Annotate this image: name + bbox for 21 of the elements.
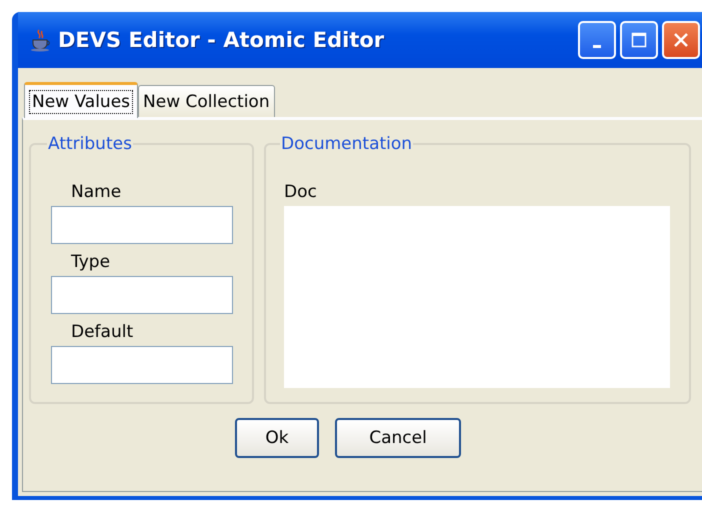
- minimize-button[interactable]: [578, 21, 616, 59]
- dialog-button[interactable]: Cancel: [335, 418, 461, 458]
- coffee-cup-icon: [30, 28, 52, 52]
- tab[interactable]: New Collection: [138, 85, 275, 117]
- close-icon: [673, 32, 689, 48]
- dialog-button[interactable]: Ok: [235, 418, 319, 458]
- close-button[interactable]: [662, 21, 700, 59]
- group-title: Attributes: [47, 134, 133, 154]
- field-label: Type: [71, 252, 112, 274]
- maximize-button[interactable]: [620, 21, 658, 59]
- minimize-icon: [593, 44, 601, 48]
- field-label: Name: [71, 182, 122, 204]
- input-field[interactable]: [51, 276, 233, 314]
- input-field[interactable]: [51, 346, 233, 384]
- window-title: DEVS Editor - Atomic Editor: [58, 28, 384, 52]
- field-label: Doc: [284, 182, 318, 204]
- input-field[interactable]: [51, 206, 233, 244]
- tab[interactable]: New Values: [24, 82, 138, 118]
- field-label: Default: [71, 322, 134, 344]
- group-title: Documentation: [280, 134, 414, 154]
- maximize-icon: [631, 32, 647, 48]
